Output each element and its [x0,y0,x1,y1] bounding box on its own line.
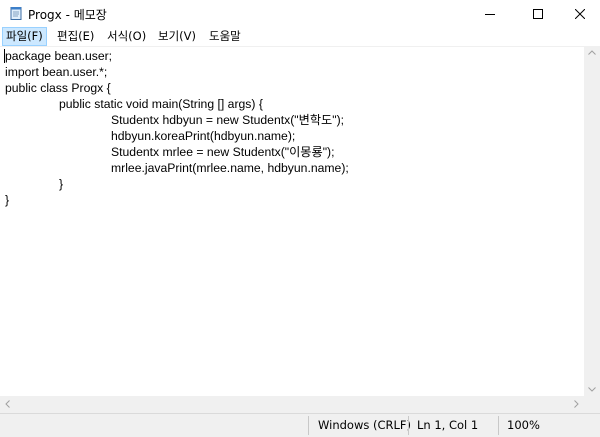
code-line: public static void main(String [] args) … [59,97,263,111]
status-divider [308,416,309,435]
menu-bar: 파일(F) 편집(E) 서식(O) 보기(V) 도움말 [0,27,600,46]
window-title: Progx - 메모장 [28,8,107,22]
code-line: } [59,177,64,191]
scroll-down-icon[interactable] [588,387,596,392]
menu-help[interactable]: 도움말 [205,27,245,46]
status-divider [498,416,499,435]
status-divider [408,416,409,435]
menu-edit[interactable]: 편집(E) [53,27,98,46]
menu-format[interactable]: 서식(O) [103,27,150,46]
horizontal-scrollbar[interactable] [0,396,584,413]
scroll-right-icon[interactable] [574,400,579,408]
status-line-ending: Windows (CRLF) [318,418,412,432]
minimize-icon [485,13,495,15]
menu-view[interactable]: 보기(V) [154,27,200,46]
minimize-button[interactable] [468,0,512,27]
code-line: } [5,193,10,207]
close-button[interactable] [558,0,600,27]
notepad-icon [10,7,22,20]
status-cursor-position: Ln 1, Col 1 [417,418,479,432]
code-line: hdbyun.koreaPrint(hdbyun.name); [111,129,296,143]
vertical-scrollbar[interactable] [584,46,600,396]
code-line: Studentx hdbyun = new Studentx("변학도"); [111,113,345,127]
close-icon [575,8,585,19]
maximize-button[interactable] [516,0,560,27]
code-line: mrlee.javaPrint(mrlee.name, hdbyun.name)… [111,161,349,175]
status-bar: Windows (CRLF) Ln 1, Col 1 100% [0,413,600,437]
title-bar[interactable]: Progx - 메모장 [0,0,600,27]
code-line: import bean.user.*; [5,65,108,79]
scrollbar-corner [584,396,600,413]
scroll-left-icon[interactable] [5,400,10,408]
code-line: Studentx mrlee = new Studentx("이몽룡"); [111,145,335,159]
status-zoom: 100% [507,418,540,432]
text-caret [4,49,5,63]
scroll-up-icon[interactable] [588,50,596,55]
code-line: public class Progx { [5,81,111,95]
menu-file[interactable]: 파일(F) [2,27,47,46]
maximize-icon [533,8,543,19]
code-line: package bean.user; [5,49,113,63]
